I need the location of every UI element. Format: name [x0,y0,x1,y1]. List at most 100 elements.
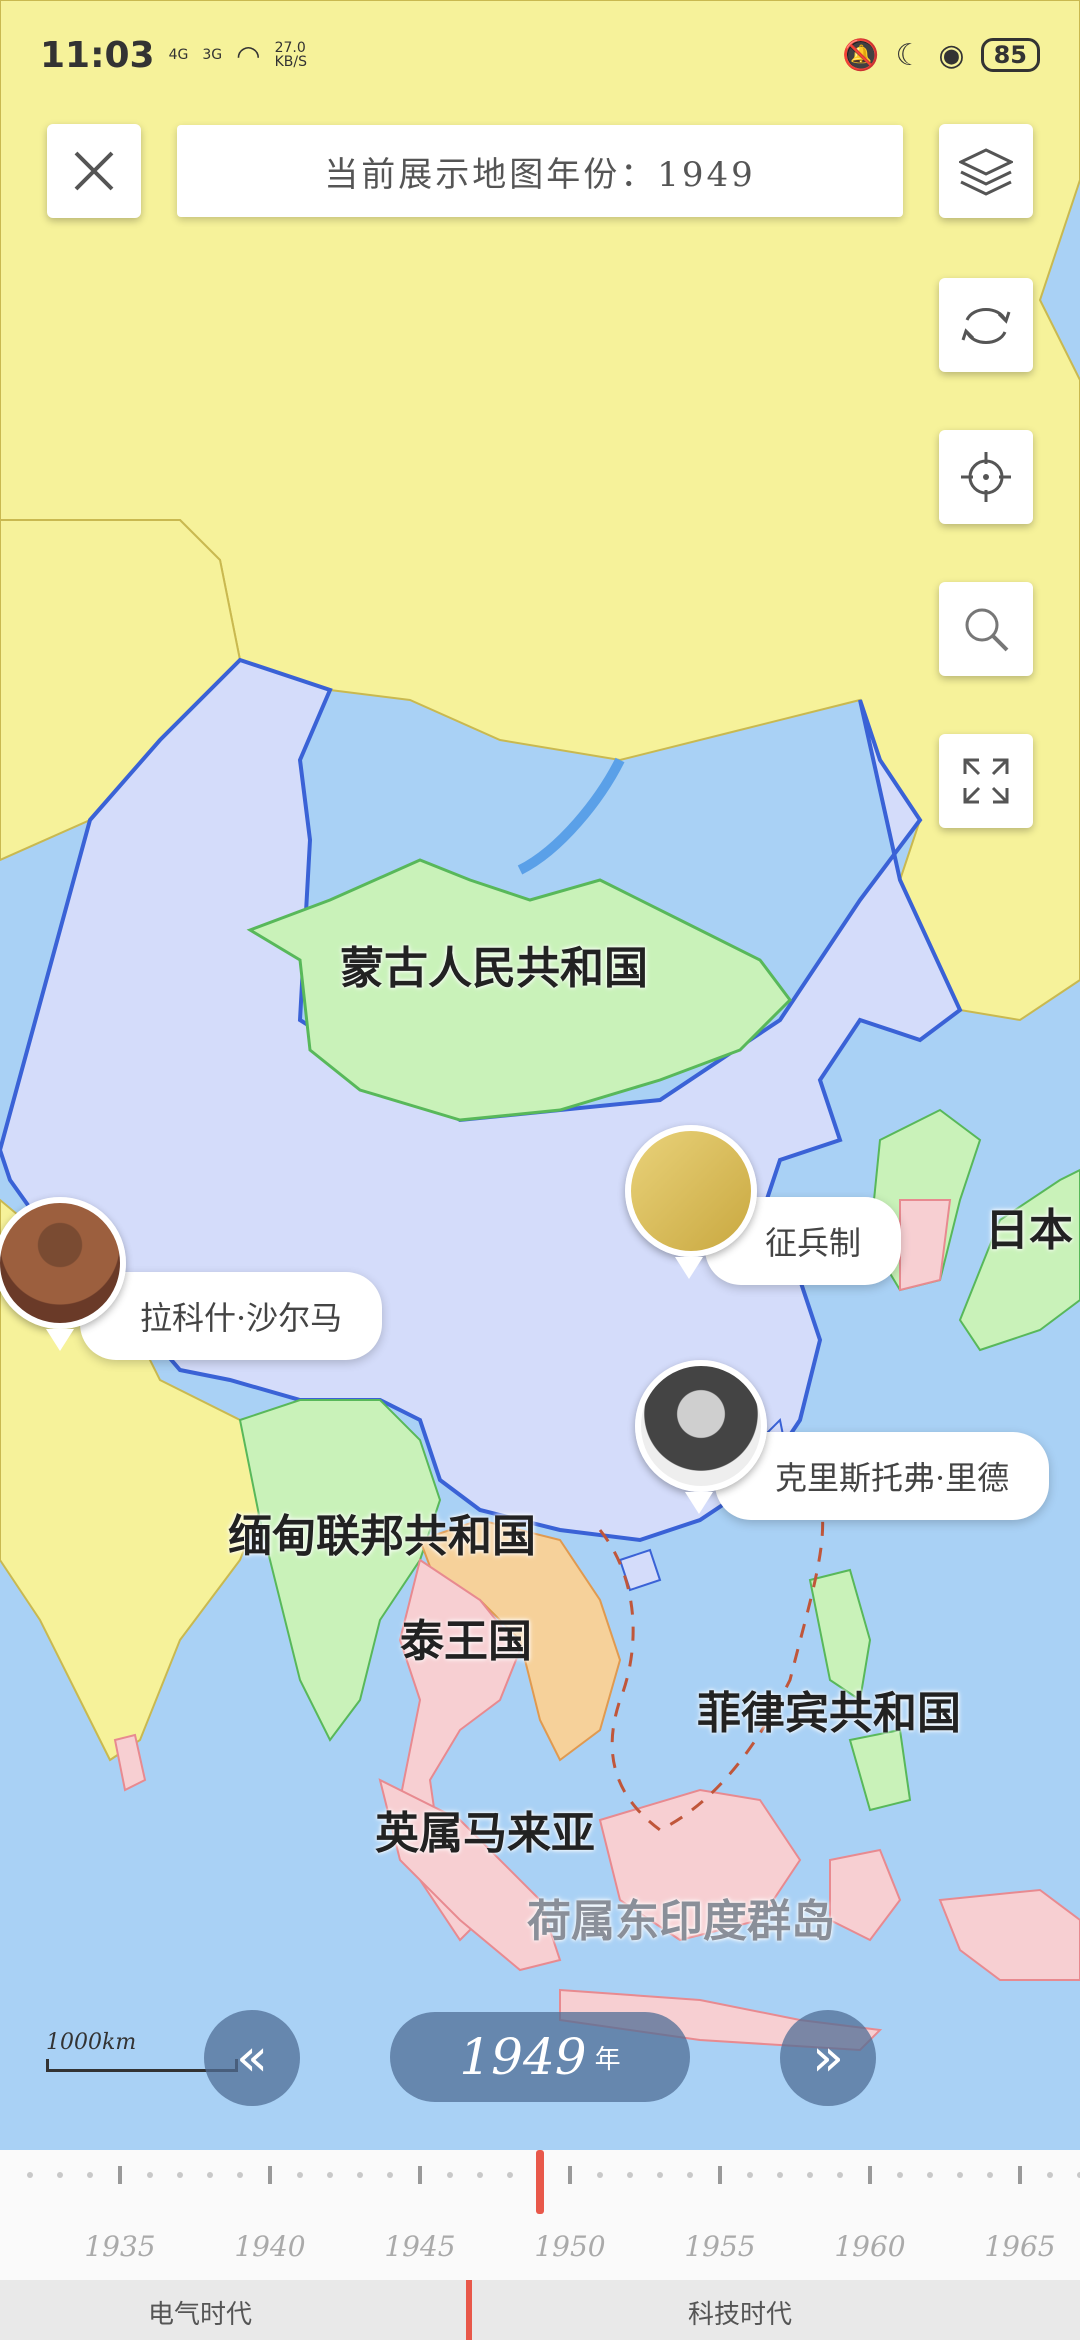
timeline-year-label[interactable]: 1935 [84,2230,155,2263]
fullscreen-icon [963,758,1009,804]
pin-tail [685,1492,713,1514]
pin-label: 征兵制 [765,1224,862,1262]
timeline-major-tick [718,2166,722,2184]
search-button[interactable] [939,582,1033,676]
timeline-year-label[interactable]: 1945 [384,2230,455,2263]
timeline-major-tick [418,2166,422,2184]
pin-bubble: 拉科什·沙尔马 [80,1272,383,1360]
current-year-display[interactable]: 1949 年 [390,2012,690,2102]
timeline-minor-tick [777,2172,783,2178]
scale-label: 1000km [46,2030,137,2055]
pin-label: 克里斯托弗·里德 [775,1459,1010,1497]
timeline-year-label[interactable]: 1965 [984,2230,1055,2263]
country-label-burma[interactable]: 缅甸联邦共和国 [228,1500,536,1564]
refresh-button[interactable] [939,278,1033,372]
timeline-minor-tick [957,2172,963,2178]
signal-4g-icon: 4G [168,47,189,63]
timeline-minor-tick [1047,2172,1053,2178]
pin-label: 拉科什·沙尔马 [140,1299,343,1337]
pin-bubble: 克里斯托弗·里德 [715,1432,1050,1520]
timeline-minor-tick [27,2172,33,2178]
signal-3g-icon: 3G [202,47,223,63]
layers-button[interactable] [939,124,1033,218]
wifi-icon: ◠ [236,38,261,72]
timeline-minor-tick [897,2172,903,2178]
country-label-philippines[interactable]: 菲律宾共和国 [697,1677,961,1741]
event-thumbnail [625,1125,757,1257]
era-label-technology: 科技时代 [688,2300,793,2330]
timeline-major-tick [1018,2166,1022,2184]
fullscreen-button[interactable] [939,734,1033,828]
country-label-dutch-east-indies[interactable]: 荷属东印度群岛 [527,1885,835,1949]
double-chevron-left-icon: « [236,2028,268,2088]
timeline-major-tick [118,2166,122,2184]
timeline-minor-tick [237,2172,243,2178]
map-year-banner: 当前展示地图年份：1949 [177,125,903,217]
timeline-year-label[interactable]: 1960 [834,2230,905,2263]
battery-icon: 85 [980,38,1040,72]
timeline-minor-tick [987,2172,993,2178]
timeline-minor-tick [837,2172,843,2178]
era-bar[interactable]: 电气时代 科技时代 [0,2280,1080,2340]
search-icon [965,608,1009,652]
timeline-minor-tick [447,2172,453,2178]
timeline-minor-tick [747,2172,753,2178]
timeline-minor-tick [297,2172,303,2178]
timeline-minor-tick [627,2172,633,2178]
timeline-minor-tick [387,2172,393,2178]
timeline-minor-tick [147,2172,153,2178]
country-label-malaya[interactable]: 英属马来亚 [375,1797,595,1861]
timeline-year-label[interactable]: 1950 [534,2230,605,2263]
timeline-minor-tick [177,2172,183,2178]
layers-icon [959,148,1013,196]
status-time: 11:03 [40,34,155,76]
locate-button[interactable] [939,430,1033,524]
year-timeline[interactable]: 1935 1940 1945 1950 1955 1960 1965 [0,2150,1080,2280]
network-speed-unit: KB/S [274,54,307,70]
previous-year-button[interactable]: « [204,2010,300,2106]
crosshair-icon [961,452,1011,502]
country-label-thailand[interactable]: 泰王国 [400,1605,532,1669]
pin-tail [46,1329,74,1351]
timeline-minor-tick [57,2172,63,2178]
event-pin-person-2[interactable]: 克里斯托弗·里德 [635,1360,1080,1520]
timeline-minor-tick [477,2172,483,2178]
pin-tail [675,1257,703,1279]
mute-icon: 🔕 [842,37,880,73]
avatar [0,1197,126,1329]
event-pin-person-1[interactable]: 拉科什·沙尔马 [0,1197,420,1360]
status-right: 🔕 ☾ ◉ 85 [842,38,1040,73]
year-value: 1949 [459,2028,587,2086]
close-icon [74,151,114,191]
refresh-icon [961,308,1011,344]
alarm-icon: ◉ [938,37,965,73]
timeline-minor-tick [207,2172,213,2178]
timeline-minor-tick [507,2172,513,2178]
timeline-major-tick [568,2166,572,2184]
timeline-minor-tick [357,2172,363,2178]
country-label-japan[interactable]: 日本 [985,1194,1073,1258]
era-label-electric: 电气时代 [148,2300,253,2330]
timeline-minor-tick [927,2172,933,2178]
timeline-minor-tick [657,2172,663,2178]
double-chevron-right-icon: » [812,2028,844,2088]
moon-icon: ☾ [895,37,923,73]
timeline-minor-tick [807,2172,813,2178]
next-year-button[interactable]: » [780,2010,876,2106]
close-button[interactable] [47,124,141,218]
year-unit: 年 [594,2044,621,2075]
avatar [635,1360,767,1492]
timeline-year-label[interactable]: 1955 [684,2230,755,2263]
status-bar: 11:03 4G 3G ◠ 27.0 KB/S 🔕 ☾ ◉ 85 [40,30,1040,80]
timeline-major-tick [868,2166,872,2184]
timeline-minor-tick [87,2172,93,2178]
event-pin-conscription[interactable]: 征兵制 [625,1125,945,1285]
era-current-marker [466,2280,472,2340]
timeline-minor-tick [327,2172,333,2178]
status-left: 11:03 4G 3G ◠ 27.0 KB/S [40,35,307,76]
timeline-major-tick [268,2166,272,2184]
timeline-minor-tick [687,2172,693,2178]
country-label-mongolia[interactable]: 蒙古人民共和国 [340,932,648,996]
timeline-current-marker[interactable] [536,2150,544,2214]
timeline-year-label[interactable]: 1940 [234,2230,305,2263]
